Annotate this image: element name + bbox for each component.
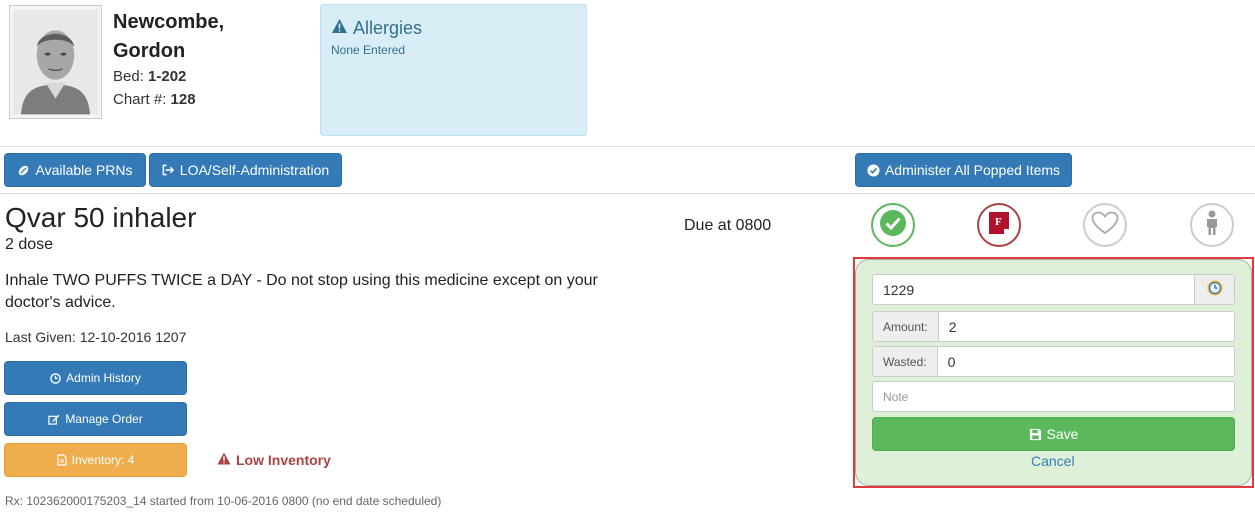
time-picker-button[interactable]	[1194, 275, 1234, 304]
warning-icon	[331, 18, 348, 39]
time-field[interactable]: 1229	[872, 274, 1235, 305]
bed-label: Bed:	[113, 68, 144, 85]
inventory-button[interactable]: Inventory: 4	[4, 443, 187, 477]
chart-value: 128	[170, 91, 196, 108]
clock-picker-icon	[1206, 279, 1224, 300]
low-inventory-label: Low Inventory	[236, 452, 331, 468]
amount-label: Amount:	[873, 312, 939, 341]
note-placeholder: Note	[883, 389, 909, 404]
bed-value: 1-202	[148, 68, 187, 85]
flag-status-button[interactable]: F	[977, 203, 1021, 247]
save-label: Save	[1046, 426, 1079, 442]
check-circle-small-icon	[867, 163, 880, 177]
resident-status-button[interactable]	[1190, 203, 1234, 247]
warning-icon	[217, 452, 231, 468]
administer-all-button[interactable]: Administer All Popped Items	[855, 153, 1072, 187]
patient-chart: Chart #: 128	[113, 91, 196, 108]
allergies-title: Allergies	[353, 18, 423, 38]
manage-order-button[interactable]: Manage Order	[4, 402, 187, 436]
svg-text:F: F	[995, 216, 1002, 228]
loa-label: LOA/Self-Administration	[179, 162, 330, 178]
patient-bed: Bed: 1-202	[113, 68, 186, 85]
manage-order-label: Manage Order	[65, 412, 143, 426]
medication-dose: 2 dose	[5, 236, 54, 253]
patient-last-name: Newcombe,	[113, 11, 225, 33]
divider	[0, 146, 1255, 147]
patient-portrait-image	[13, 9, 98, 115]
patient-name: Newcombe, Gordon	[113, 8, 224, 66]
rx-info: Rx: 102362000175203_14 started from 10-0…	[5, 494, 442, 508]
wasted-field[interactable]: Wasted: 0	[872, 346, 1235, 377]
allergies-text: None Entered	[331, 43, 406, 57]
available-prns-label: Available PRNs	[35, 162, 133, 178]
heart-icon	[1091, 211, 1119, 240]
pills-icon	[17, 164, 30, 177]
note-field[interactable]: Note	[872, 381, 1235, 412]
time-value: 1229	[883, 281, 915, 298]
admin-history-label: Admin History	[66, 371, 141, 385]
file-icon	[57, 454, 67, 466]
amount-field[interactable]: Amount: 2	[872, 311, 1235, 342]
available-prns-button[interactable]: Available PRNs	[4, 153, 146, 187]
wasted-label: Wasted:	[873, 347, 938, 376]
edit-icon	[48, 414, 60, 425]
divider	[0, 193, 1255, 194]
admin-history-button[interactable]: Admin History	[4, 361, 187, 395]
chart-label: Chart #:	[113, 91, 167, 108]
administration-panel: 1229 Amount: 2 Wasted: 0 Note Save	[855, 259, 1252, 486]
medication-instructions: Inhale TWO PUFFS TWICE a DAY - Do not st…	[5, 272, 598, 311]
loa-self-administration-button[interactable]: LOA/Self-Administration	[149, 153, 342, 187]
patient-first-name: Gordon	[113, 40, 186, 62]
allergies-panel: Allergies None Entered	[320, 4, 587, 136]
due-time: Due at 0800	[684, 217, 772, 234]
allergies-heading: Allergies	[331, 18, 576, 39]
given-status-button[interactable]	[871, 203, 915, 247]
medication-name: Qvar 50 inhaler	[5, 202, 197, 233]
vitals-status-button[interactable]	[1083, 203, 1127, 247]
cancel-link[interactable]: Cancel	[1031, 453, 1075, 469]
check-circle-icon	[879, 209, 907, 242]
save-icon	[1029, 428, 1042, 441]
last-given: Last Given: 12-10-2016 1207	[5, 329, 187, 345]
low-inventory-warning: Low Inventory	[217, 452, 331, 468]
sign-out-icon	[162, 164, 175, 176]
wasted-value: 0	[947, 353, 956, 370]
save-button[interactable]: Save	[872, 417, 1235, 451]
flag-note-icon: F	[987, 210, 1011, 241]
person-icon	[1203, 210, 1221, 241]
inventory-label: Inventory: 4	[71, 453, 135, 467]
clock-icon	[50, 372, 61, 384]
administer-all-label: Administer All Popped Items	[884, 162, 1061, 178]
patient-photo	[9, 5, 102, 119]
amount-value: 2	[948, 318, 957, 335]
